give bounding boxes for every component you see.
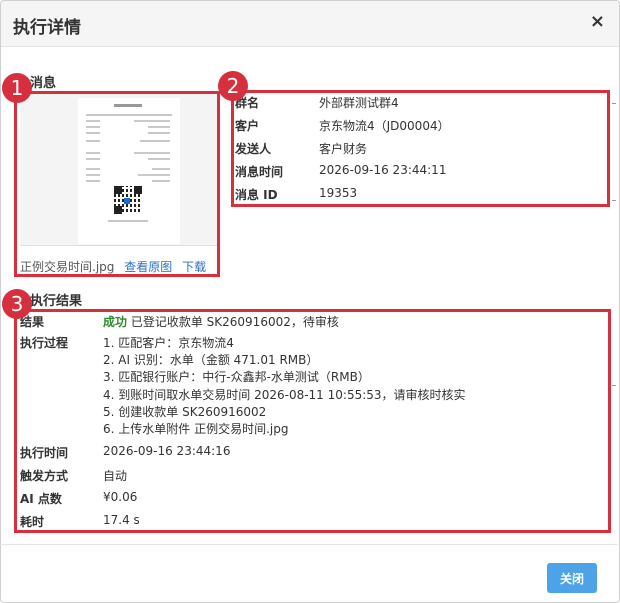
message-section-title: 消息 [30,76,57,91]
dialog-header: 执行详情 × [1,1,619,47]
annotation-box-3 [14,309,611,533]
annotation-box-2 [231,90,610,207]
result-section-title: 执行结果 [30,294,83,309]
dialog-title: 执行详情 [13,18,81,38]
close-button[interactable]: 关闭 [547,563,597,593]
background-edge-mark [612,385,616,386]
annotation-badge-1: 1 [2,73,32,103]
close-icon[interactable]: × [590,12,605,32]
annotation-badge-2: 2 [218,71,248,101]
footer-divider [0,544,618,545]
annotation-badge-3: 3 [2,289,32,319]
background-edge-mark [612,103,616,104]
background-edge-mark [612,200,616,201]
annotation-box-1 [14,91,220,277]
